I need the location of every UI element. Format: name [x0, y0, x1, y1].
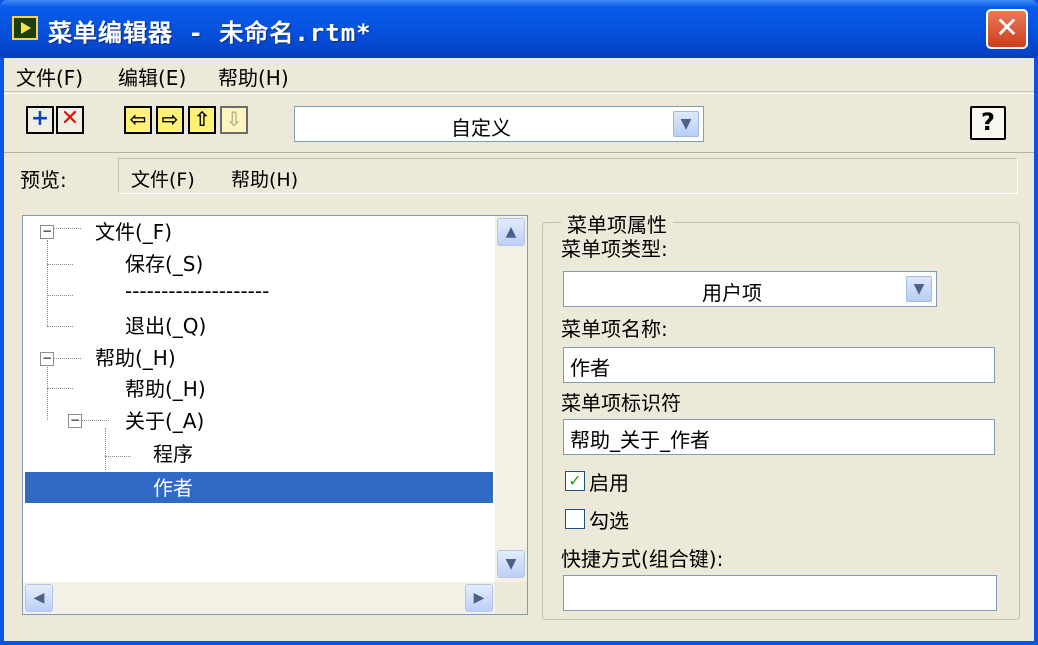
vertical-scrollbar[interactable]: ▲ ▼	[495, 216, 527, 582]
tree-connector	[47, 240, 48, 326]
scroll-up-icon[interactable]: ▲	[497, 218, 525, 246]
tree-connector	[47, 295, 73, 296]
shortcut-field[interactable]	[563, 575, 997, 611]
item-identifier-label: 菜单项标识符	[561, 391, 681, 415]
menu-item-properties-group: 菜单项属性 菜单项类型: 用户项 ▼ 菜单项名称: 作者 菜单项标识符 帮助_关…	[542, 209, 1020, 620]
preview-item-help[interactable]: 帮助(H)	[231, 165, 298, 192]
scroll-right-icon[interactable]: ▶	[465, 584, 493, 612]
window-title: 菜单编辑器 - 未命名.rtm*	[48, 19, 372, 47]
close-button[interactable]: ✕	[986, 9, 1028, 49]
menu-edit[interactable]: 编辑(E)	[114, 62, 190, 91]
item-name-field[interactable]: 作者	[563, 347, 995, 383]
expand-collapse-icon[interactable]: −	[68, 414, 82, 428]
checked-checkbox[interactable]	[565, 509, 585, 529]
item-type-label: 菜单项类型:	[561, 237, 668, 261]
tree-item-exit[interactable]: 退出(_Q)	[125, 310, 206, 341]
tree-item-file[interactable]: 文件(_F)	[95, 216, 172, 247]
item-identifier-field[interactable]: 帮助_关于_作者	[563, 419, 995, 455]
item-type-select[interactable]: 用户项 ▼	[563, 271, 937, 307]
client-area: 文件(F) 编辑(E) 帮助(H) + ✕ ⇦ ⇨ ⇧ ⇩ 自定义 ▼ ? 预览…	[4, 58, 1034, 641]
horizontal-scrollbar[interactable]: ◀ ▶	[23, 582, 495, 614]
tree-item-save[interactable]: 保存(_S)	[125, 248, 203, 279]
shortcut-label: 快捷方式(组合键):	[561, 547, 724, 571]
tree-connector	[47, 388, 73, 389]
add-item-button[interactable]: +	[26, 106, 54, 134]
menu-type-select[interactable]: 自定义 ▼	[294, 106, 704, 142]
toolbar: + ✕ ⇦ ⇨ ⇧ ⇩ 自定义 ▼	[4, 93, 1034, 153]
enabled-label: 启用	[589, 471, 629, 495]
menu-tree[interactable]: − 文件(_F) 保存(_S) -------------------- 退出(…	[22, 215, 528, 615]
menu-file[interactable]: 文件(F)	[12, 62, 87, 91]
expand-collapse-icon[interactable]: −	[40, 225, 54, 239]
move-up-button[interactable]: ⇧	[188, 106, 216, 134]
item-name-label: 菜单项名称:	[561, 317, 668, 341]
checked-label: 勾选	[589, 509, 629, 533]
move-down-button[interactable]: ⇩	[220, 106, 248, 134]
tree-item-separator[interactable]: --------------------	[125, 279, 269, 310]
expand-collapse-icon[interactable]: −	[40, 352, 54, 366]
scroll-left-icon[interactable]: ◀	[25, 584, 53, 612]
menu-editor-window: 菜单编辑器 - 未命名.rtm* ✕ 文件(F) 编辑(E) 帮助(H) + ✕…	[0, 0, 1038, 645]
labview-app-icon	[12, 16, 38, 40]
tree-item-about[interactable]: 关于(_A)	[125, 405, 204, 436]
scrollbar-corner	[495, 582, 527, 614]
menu-bar: 文件(F) 编辑(E) 帮助(H)	[4, 58, 1034, 92]
preview-bar: 文件(F) 帮助(H)	[118, 158, 1018, 194]
tree-item-author[interactable]: 作者	[24, 471, 494, 504]
preview-label: 预览:	[20, 168, 67, 192]
help-button[interactable]: ?	[970, 106, 1006, 140]
move-right-button[interactable]: ⇨	[156, 106, 184, 134]
tree-item-help[interactable]: 帮助(_H)	[95, 342, 176, 373]
tree-connector	[105, 456, 131, 457]
enabled-checkbox[interactable]: ✓	[565, 471, 585, 491]
menu-help[interactable]: 帮助(H)	[214, 62, 293, 91]
tree-connector	[47, 264, 73, 265]
title-bar[interactable]: 菜单编辑器 - 未命名.rtm* ✕	[0, 0, 1038, 58]
preview-item-file[interactable]: 文件(F)	[131, 165, 195, 192]
item-type-value: 用户项	[702, 281, 762, 305]
move-left-button[interactable]: ⇦	[124, 106, 152, 134]
scroll-down-icon[interactable]: ▼	[497, 550, 525, 578]
chevron-down-icon[interactable]: ▼	[906, 276, 932, 302]
menu-type-value: 自定义	[451, 116, 511, 140]
tree-item-program[interactable]: 程序	[153, 438, 193, 469]
tree-connector	[47, 364, 48, 420]
tree-connector	[47, 326, 73, 327]
delete-item-button[interactable]: ✕	[56, 106, 84, 134]
tree-item-help-sub[interactable]: 帮助(_H)	[125, 373, 206, 404]
chevron-down-icon[interactable]: ▼	[673, 111, 699, 137]
